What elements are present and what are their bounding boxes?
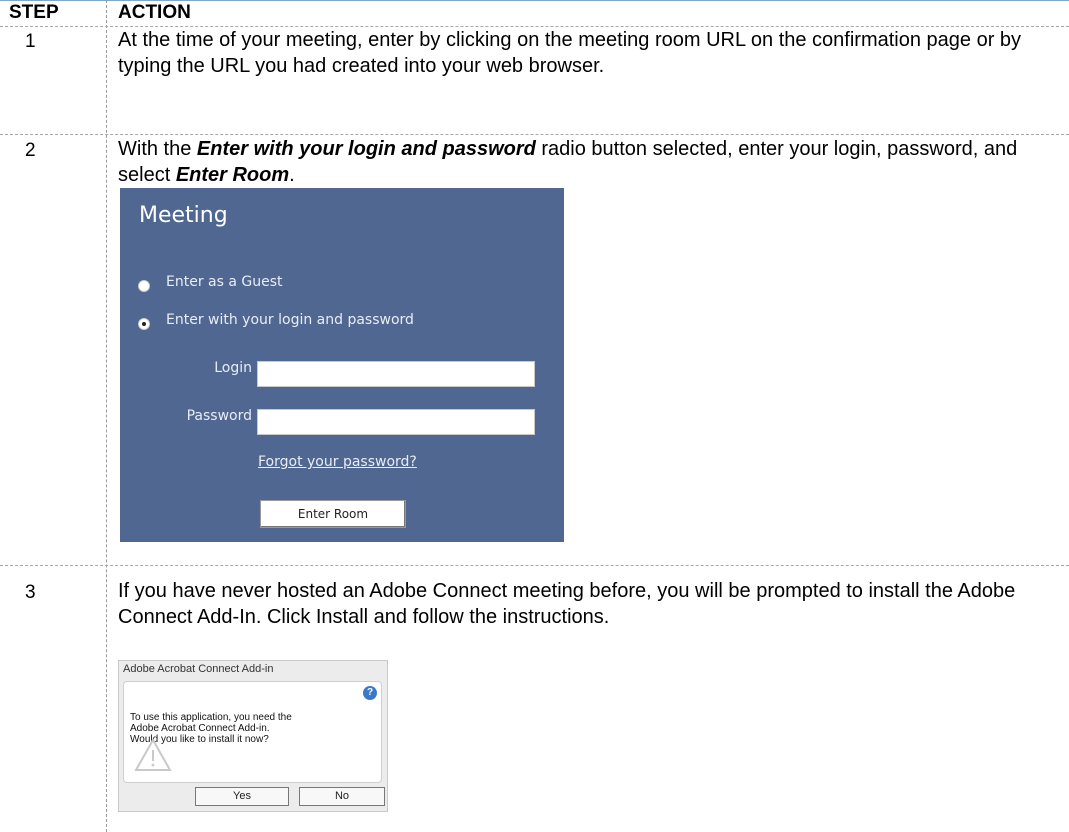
login-radio[interactable] (138, 318, 150, 330)
dialog-body: ? To use this application, you need the … (123, 681, 382, 783)
help-icon[interactable]: ? (363, 686, 377, 700)
row-divider (0, 134, 1069, 135)
login-input[interactable] (257, 361, 535, 387)
step-number: 1 (25, 31, 36, 52)
text-fragment: . (289, 164, 295, 186)
login-field-label: Login (214, 360, 252, 376)
text-fragment: With the (118, 138, 197, 160)
enter-room-button[interactable]: Enter Room (260, 500, 406, 528)
step-number: 3 (25, 582, 36, 603)
step-1-text: At the time of your meeting, enter by cl… (118, 29, 1022, 77)
step-number: 2 (25, 140, 36, 161)
password-input[interactable] (257, 409, 535, 435)
emphasis-login-option: Enter with your login and password (196, 138, 536, 160)
table-top-rule (0, 0, 1069, 1)
row-divider (0, 565, 1069, 566)
guest-option-label: Enter as a Guest (166, 274, 283, 290)
step-3-text: If you have never hosted an Adobe Connec… (118, 580, 1016, 628)
no-button[interactable]: No (299, 787, 385, 806)
warning-icon (134, 738, 172, 771)
panel-title: Meeting (139, 203, 228, 228)
step-column-header: STEP (9, 2, 59, 23)
action-column-header: ACTION (118, 2, 191, 23)
column-divider (106, 0, 107, 832)
meeting-login-panel: Meeting Enter as a Guest Enter with your… (120, 188, 564, 542)
addin-install-dialog: Adobe Acrobat Connect Add-in ? To use th… (118, 660, 388, 812)
forgot-password-link[interactable]: Forgot your password? (258, 454, 417, 470)
yes-button[interactable]: Yes (195, 787, 289, 806)
guest-radio[interactable] (138, 280, 150, 292)
password-field-label: Password (186, 408, 252, 424)
emphasis-enter-room: Enter Room (175, 164, 290, 186)
login-option-label: Enter with your login and password (166, 312, 414, 328)
dialog-title: Adobe Acrobat Connect Add-in (123, 663, 274, 675)
step-2-text: With the Enter with your login and passw… (118, 136, 1063, 188)
